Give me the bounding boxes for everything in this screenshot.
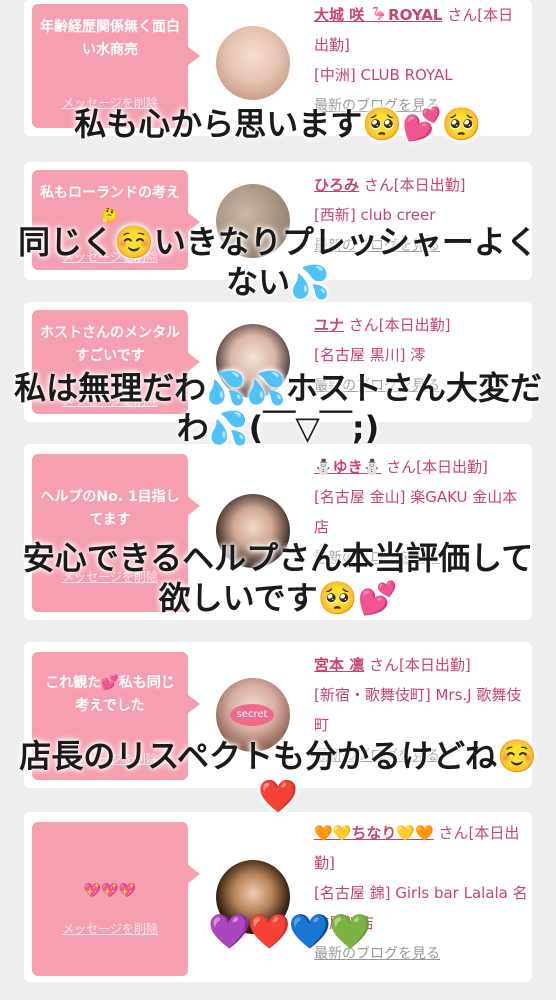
cast-name-link[interactable]: ひろみ <box>314 176 359 194</box>
message-text: ヘルプのNo. 1目指してます <box>40 489 180 528</box>
message-text: ホストさんのメンタルすごいです <box>40 325 180 364</box>
shop-name[interactable]: [新宿・歌舞伎町] Mrs.J 歌舞伎町 <box>314 686 521 734</box>
avatar[interactable] <box>216 26 290 100</box>
message-text: これ観た💕私も同じ考えでした <box>45 675 175 714</box>
overlay-caption: 私は無理だわ💦💦ホストさん大変だわ💦(￣▽￣;) <box>14 369 542 447</box>
message-card: 💖💖💖 メッセージを削除 🧡💛ちなり💛🧡 さん[本日出勤] [名古屋 錦] Gi… <box>24 812 532 982</box>
shop-name[interactable]: [中洲] CLUB ROYAL <box>314 66 453 84</box>
overlay-caption: 安心できるヘルプさん本当評価して欲しいです🥺💕 <box>22 539 534 617</box>
message-text: 年齢経歴関係無く面白い水商売 <box>40 19 180 58</box>
message-text: 私もローランドの考え🤔 <box>40 185 180 224</box>
overlay-caption: 店長のリスペクトも分かるけどね☺️❤️ <box>19 737 537 815</box>
cast-info: 大城 咲 🦩ROYAL さん[本日出勤] [中洲] CLUB ROYAL 最新の… <box>314 6 514 114</box>
secret-badge: secret <box>230 704 274 726</box>
message-bubble: 💖💖💖 メッセージを削除 <box>32 822 200 976</box>
shop-name[interactable]: [名古屋 黒川] 澪 <box>314 346 425 364</box>
overlay-caption: 同じく☺️いきなりプレッシャーよくない💦 <box>18 223 538 301</box>
cast-name-link[interactable]: 宮本 凛 <box>314 656 364 674</box>
cast-name-link[interactable]: ユナ <box>314 316 344 334</box>
message-text: 💖💖💖 <box>83 883 137 899</box>
cast-name-link[interactable]: 🧡💛ちなり💛🧡 <box>314 824 434 842</box>
cast-name-link[interactable]: ⛄ゆき⛄ <box>314 458 381 476</box>
cast-name-link[interactable]: 大城 咲 🦩ROYAL <box>314 6 442 24</box>
hearts-sticker: 💜❤️💙💚 <box>208 912 371 952</box>
delete-message-link[interactable]: メッセージを削除 <box>32 918 188 941</box>
shop-name[interactable]: [名古屋 金山] 楽GAKU 金山本店 <box>314 488 517 536</box>
overlay-caption: 私も心から思います🥺💕🥺 <box>74 105 482 143</box>
